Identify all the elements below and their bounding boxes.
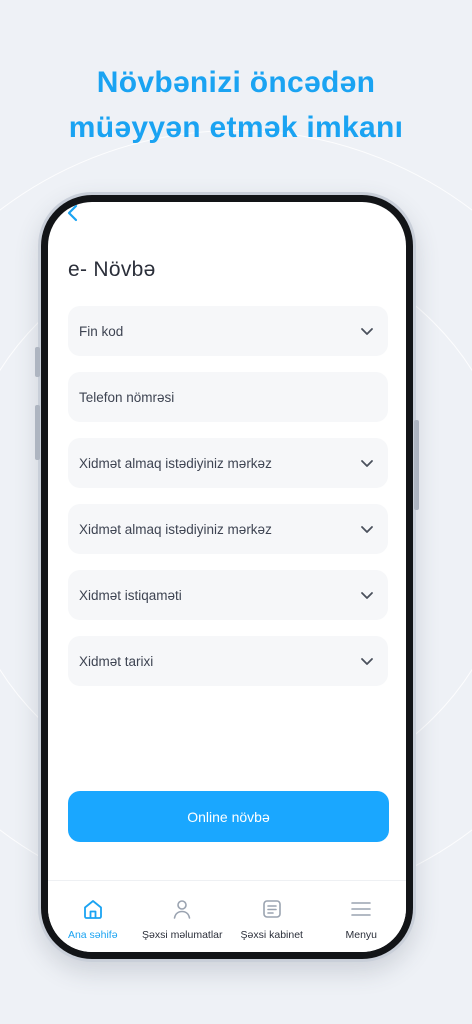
- document-icon: [260, 897, 284, 921]
- field-label: Xidmət almaq istədiyiniz mərkəz: [79, 521, 272, 537]
- tab-menu[interactable]: Menyu: [317, 881, 407, 952]
- field-label: Xidmət istiqaməti: [79, 587, 182, 603]
- home-icon: [81, 897, 105, 921]
- phone-number-input[interactable]: Telefon nömrəsi: [68, 372, 388, 422]
- tab-personal-cabinet[interactable]: Şəxsi kabinet: [227, 881, 317, 952]
- field-label: Xidmət almaq istədiyiniz mərkəz: [79, 455, 272, 471]
- tab-home[interactable]: Ana səhifə: [48, 881, 138, 952]
- chevron-down-icon: [360, 588, 374, 602]
- promo-screen: Növbənizi öncədən müəyyən etmək imkanı e…: [0, 0, 472, 1024]
- app-screen: e- Növbə Fin kod Telefon nömrəsi Xidmət …: [48, 202, 406, 952]
- headline-line-2: müəyyən etmək imkanı: [68, 111, 404, 144]
- chevron-down-icon: [360, 456, 374, 470]
- menu-icon: [349, 897, 373, 921]
- service-direction-select[interactable]: Xidmət istiqaməti: [68, 570, 388, 620]
- bottom-tab-bar: Ana səhifə Şəxsi məlumatlar Şəxsi kabine…: [48, 880, 406, 952]
- phone-side-button: [35, 405, 40, 460]
- online-queue-button[interactable]: Online növbə: [68, 791, 389, 842]
- chevron-down-icon: [360, 324, 374, 338]
- tab-label: Ana səhifə: [67, 929, 118, 941]
- chevron-down-icon: [360, 654, 374, 668]
- fin-code-select[interactable]: Fin kod: [68, 306, 388, 356]
- page-title: e- Növbə: [68, 258, 156, 281]
- field-label: Xidmət tarixi: [79, 653, 154, 669]
- back-button[interactable]: [62, 204, 84, 226]
- phone-side-button: [414, 420, 419, 510]
- chevron-down-icon: [360, 522, 374, 536]
- service-center-select[interactable]: Xidmət almaq istədiyiniz mərkəz: [68, 438, 388, 488]
- field-label: Fin kod: [79, 323, 124, 339]
- field-label: Telefon nömrəsi: [79, 389, 175, 405]
- phone-side-button: [35, 347, 40, 377]
- tab-label: Şəxsi kabinet: [240, 929, 303, 941]
- promo-headline: Növbənizi öncədən müəyyən etmək imkanı: [0, 60, 472, 150]
- service-center-select-2[interactable]: Xidmət almaq istədiyiniz mərkəz: [68, 504, 388, 554]
- tab-personal-info[interactable]: Şəxsi məlumatlar: [138, 881, 228, 952]
- tab-label: Menyu: [345, 929, 377, 941]
- service-date-select[interactable]: Xidmət tarixi: [68, 636, 388, 686]
- user-icon: [170, 897, 194, 921]
- headline-line-1: Növbənizi öncədən: [96, 66, 376, 99]
- tab-label: Şəxsi məlumatlar: [141, 929, 223, 941]
- chevron-left-icon: [66, 204, 80, 227]
